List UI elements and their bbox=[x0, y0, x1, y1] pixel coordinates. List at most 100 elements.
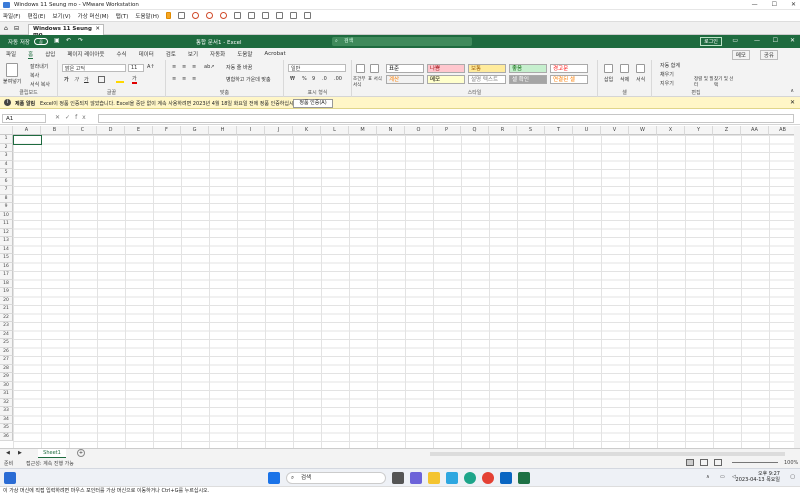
delete-cells-icon[interactable] bbox=[620, 64, 629, 73]
excel-minimize-icon[interactable]: — bbox=[754, 37, 760, 44]
tray-chevron-icon[interactable]: ∧ bbox=[706, 474, 710, 480]
row-header-14[interactable]: 14 bbox=[0, 245, 13, 254]
fullscreen-icon[interactable] bbox=[262, 12, 270, 19]
row-header-9[interactable]: 9 bbox=[0, 203, 13, 212]
prev-sheet-icon[interactable]: ◀ bbox=[6, 450, 10, 456]
row-header-27[interactable]: 27 bbox=[0, 356, 13, 365]
mail-icon[interactable] bbox=[500, 472, 512, 484]
column-header-a[interactable]: A bbox=[13, 126, 41, 135]
menu-tabs[interactable]: 탭(T) bbox=[116, 12, 129, 20]
font-color-icon[interactable]: 가 bbox=[132, 75, 137, 84]
border-icon[interactable] bbox=[98, 76, 105, 83]
tab-file[interactable]: 파일 bbox=[6, 50, 16, 58]
column-header-b[interactable]: B bbox=[41, 126, 69, 135]
column-header-u[interactable]: U bbox=[573, 126, 601, 135]
widgets-icon[interactable] bbox=[4, 472, 16, 484]
menu-file[interactable]: 파일(F) bbox=[3, 12, 21, 20]
excel-taskbar-icon[interactable] bbox=[518, 472, 530, 484]
column-header-z[interactable]: Z bbox=[713, 126, 741, 135]
signin-button[interactable]: 로그인 bbox=[700, 37, 722, 46]
align-middle-icon[interactable]: ≡ bbox=[182, 64, 186, 70]
edge-icon[interactable] bbox=[464, 472, 476, 484]
column-header-f[interactable]: F bbox=[153, 126, 181, 135]
paste-button[interactable]: 붙여넣기 bbox=[3, 78, 21, 85]
console-view-icon[interactable] bbox=[290, 12, 298, 19]
tab-automate[interactable]: 자동화 bbox=[210, 50, 225, 58]
cell-style-8[interactable]: 셀 확인 bbox=[509, 75, 547, 84]
menu-view[interactable]: 보기(V) bbox=[52, 12, 70, 20]
maximize-icon[interactable]: ☐ bbox=[772, 1, 777, 8]
row-header-23[interactable]: 23 bbox=[0, 322, 13, 331]
align-center-icon[interactable]: ≡ bbox=[182, 76, 186, 82]
send-keys-icon[interactable] bbox=[178, 12, 186, 19]
collapse-ribbon-icon[interactable]: ∧ bbox=[790, 88, 794, 94]
row-header-3[interactable]: 3 bbox=[0, 152, 13, 161]
chrome-icon[interactable] bbox=[482, 472, 494, 484]
row-header-29[interactable]: 29 bbox=[0, 373, 13, 382]
copy-button[interactable]: 복사 bbox=[30, 72, 39, 79]
start-icon[interactable] bbox=[268, 472, 280, 484]
cell-style-0[interactable]: 표준 bbox=[386, 64, 424, 73]
conditional-format-icon[interactable] bbox=[356, 64, 365, 73]
decrease-decimal-icon[interactable]: .00 bbox=[334, 76, 342, 82]
column-header-t[interactable]: T bbox=[545, 126, 573, 135]
align-right-icon[interactable]: ≡ bbox=[192, 76, 196, 82]
page-layout-icon[interactable] bbox=[700, 459, 708, 466]
cell-style-9[interactable]: 연결된 셀 bbox=[550, 75, 588, 84]
tab-help[interactable]: 도움말 bbox=[237, 50, 252, 58]
page-break-icon[interactable] bbox=[714, 459, 722, 466]
sheet-tab-sheet1[interactable]: Sheet1 bbox=[38, 449, 66, 458]
menu-vm[interactable]: 가상 머신(M) bbox=[78, 12, 109, 20]
column-header-r[interactable]: R bbox=[489, 126, 517, 135]
ribbon-display-icon[interactable]: ▭ bbox=[732, 37, 738, 44]
align-bottom-icon[interactable]: ≡ bbox=[192, 64, 196, 70]
tab-formulas[interactable]: 수식 bbox=[116, 50, 126, 58]
paste-icon[interactable] bbox=[6, 63, 18, 77]
zoom-level[interactable]: 100% bbox=[784, 460, 798, 466]
conditional-format-button[interactable]: 조건부 서식 bbox=[353, 76, 368, 88]
taskbar-search[interactable]: ⌕ 검색 bbox=[286, 472, 386, 484]
thumbnail-icon[interactable] bbox=[248, 12, 256, 19]
insert-cells-button[interactable]: 삽입 bbox=[604, 76, 613, 83]
row-header-33[interactable]: 33 bbox=[0, 407, 13, 416]
autosave-toggle[interactable]: 끔 bbox=[34, 38, 48, 45]
row-header-35[interactable]: 35 bbox=[0, 424, 13, 433]
unity-icon[interactable] bbox=[276, 12, 284, 19]
notification-icon[interactable]: ▢ bbox=[790, 474, 795, 480]
delete-cells-button[interactable]: 삭제 bbox=[620, 76, 629, 83]
row-header-18[interactable]: 18 bbox=[0, 279, 13, 288]
cell-style-6[interactable]: 메모 bbox=[427, 75, 465, 84]
row-header-7[interactable]: 7 bbox=[0, 186, 13, 195]
library-icon[interactable] bbox=[234, 12, 242, 19]
bold-button[interactable]: 가 bbox=[64, 76, 69, 83]
undo-icon[interactable]: ↶ bbox=[66, 37, 71, 44]
row-header-10[interactable]: 10 bbox=[0, 211, 13, 220]
row-header-25[interactable]: 25 bbox=[0, 339, 13, 348]
add-sheet-icon[interactable]: + bbox=[77, 449, 85, 457]
wrap-text-button[interactable]: 자동 줄 바꿈 bbox=[226, 64, 252, 71]
accessibility-status[interactable]: 접근성: 계속 진행 가능 bbox=[26, 460, 74, 467]
cell-style-4[interactable]: 경고문 bbox=[550, 64, 588, 73]
column-header-s[interactable]: S bbox=[517, 126, 545, 135]
format-cells-icon[interactable] bbox=[636, 64, 645, 73]
format-painter-button[interactable]: 서식 복사 bbox=[30, 81, 50, 88]
tab-data[interactable]: 데이터 bbox=[139, 50, 154, 58]
column-header-k[interactable]: K bbox=[293, 126, 321, 135]
row-header-16[interactable]: 16 bbox=[0, 262, 13, 271]
row-header-30[interactable]: 30 bbox=[0, 381, 13, 390]
close-icon[interactable]: ✕ bbox=[791, 1, 796, 8]
row-header-12[interactable]: 12 bbox=[0, 228, 13, 237]
tab-acrobat[interactable]: Acrobat bbox=[264, 51, 285, 57]
taskbar-clock[interactable]: 오후 9:27 2023-04-13 목요일 bbox=[736, 471, 780, 483]
format-cells-button[interactable]: 서식 bbox=[636, 76, 645, 83]
fill-color-icon[interactable] bbox=[116, 76, 124, 83]
format-table-button[interactable]: 표 서식 bbox=[368, 76, 382, 82]
orientation-icon[interactable]: ab↗ bbox=[204, 64, 214, 70]
stretch-icon[interactable] bbox=[304, 12, 312, 19]
align-left-icon[interactable]: ≡ bbox=[172, 76, 176, 82]
column-header-d[interactable]: D bbox=[97, 126, 125, 135]
column-header-c[interactable]: C bbox=[69, 126, 97, 135]
row-header-28[interactable]: 28 bbox=[0, 364, 13, 373]
normal-view-icon[interactable] bbox=[686, 459, 694, 466]
insert-cells-icon[interactable] bbox=[604, 64, 613, 73]
